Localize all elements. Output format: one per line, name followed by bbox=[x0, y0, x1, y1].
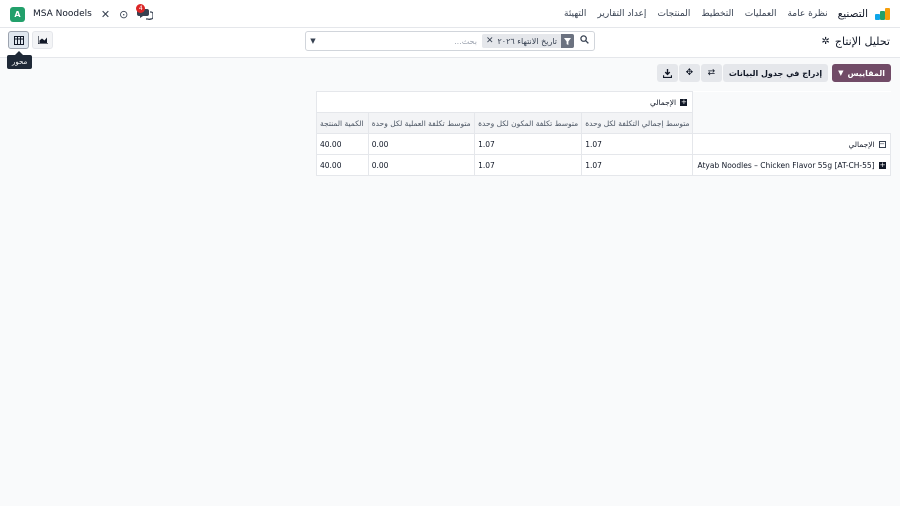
download-icon[interactable] bbox=[656, 64, 678, 82]
measures-label: المقاييس bbox=[847, 68, 885, 78]
graph-view-button[interactable] bbox=[32, 31, 53, 49]
table-cell[interactable]: 1.07 bbox=[581, 154, 694, 176]
activity-clock-icon[interactable]: ⊙ bbox=[119, 9, 128, 20]
filter-facet[interactable]: تاريخ الانتهاء ٢٠٢٦ ✕ bbox=[481, 34, 574, 48]
menu-configuration[interactable]: التهيئة bbox=[564, 9, 586, 19]
pivot-table: + الإجمالي متوسط إجمالي التكلفة لكل وحدة… bbox=[315, 91, 891, 176]
column-total-label: الإجمالي bbox=[649, 97, 677, 107]
measure-header[interactable]: متوسط تكلفة العملية لكل وحدة bbox=[367, 112, 476, 134]
remove-filter-icon[interactable]: ✕ bbox=[486, 36, 494, 46]
systray: A MSA Noodels ✕ ⊙ 4 bbox=[10, 0, 154, 28]
manufacturing-app-icon[interactable] bbox=[874, 8, 890, 20]
pivot-tooltip: محور bbox=[7, 51, 33, 69]
insert-in-spreadsheet-button[interactable]: إدراج في جدول البيانات bbox=[722, 64, 829, 82]
page-title: تحليل الإنتاج bbox=[834, 35, 890, 48]
table-cell[interactable]: 0.00 bbox=[367, 133, 476, 155]
row-header-product[interactable]: + Atyab Noodles – Chicken Flavor 55g [AT… bbox=[692, 154, 891, 176]
pivot-toolbar: المقاييس ▼ إدراج في جدول البيانات ⇄ ✥ bbox=[656, 64, 891, 82]
menu-products[interactable]: المنتجات bbox=[657, 9, 690, 19]
table-cell[interactable]: 0.00 bbox=[367, 154, 476, 176]
debug-tools-icon[interactable]: ✕ bbox=[101, 9, 110, 20]
table-cell[interactable]: 1.07 bbox=[474, 154, 583, 176]
table-cell[interactable]: 40.00 bbox=[316, 133, 369, 155]
expand-plus-icon: + bbox=[879, 161, 886, 169]
flip-axis-icon[interactable]: ⇄ bbox=[700, 64, 722, 82]
menu-operations[interactable]: العمليات bbox=[745, 9, 777, 19]
table-row: − الإجمالي 1.07 1.07 0.00 40.00 bbox=[316, 133, 891, 155]
pivot-icon bbox=[13, 35, 24, 45]
pivot-corner bbox=[692, 91, 891, 134]
table-cell[interactable]: 1.07 bbox=[474, 133, 583, 155]
breadcrumb: تحليل الإنتاج ✲ bbox=[821, 35, 890, 48]
graph-icon bbox=[37, 36, 48, 44]
measure-header[interactable]: متوسط إجمالي التكلفة لكل وحدة bbox=[581, 112, 694, 134]
menu-overview[interactable]: نظرة عامة bbox=[787, 9, 827, 19]
table-cell[interactable]: 40.00 bbox=[316, 154, 369, 176]
collapse-minus-icon: − bbox=[879, 140, 886, 148]
search-options-toggle-icon[interactable]: ▼ bbox=[306, 37, 320, 45]
gear-icon[interactable]: ✲ bbox=[821, 36, 829, 47]
pivot-view-button[interactable] bbox=[8, 31, 29, 49]
search-bar: تاريخ الانتهاء ٢٠٢٦ ✕ ▼ bbox=[305, 31, 595, 51]
menu-planning[interactable]: التخطيط bbox=[701, 9, 733, 19]
search-icon[interactable] bbox=[576, 35, 592, 47]
row-header-label: Atyab Noodles – Chicken Flavor 55g [AT-C… bbox=[697, 160, 875, 170]
measures-button[interactable]: المقاييس ▼ bbox=[832, 64, 891, 82]
messaging-icon[interactable]: 4 bbox=[136, 4, 154, 21]
view-switcher bbox=[8, 31, 56, 49]
caret-down-icon: ▼ bbox=[838, 69, 844, 77]
expand-all-icon[interactable]: ✥ bbox=[678, 64, 700, 82]
menu-reporting[interactable]: إعداد التقارير bbox=[597, 9, 646, 19]
table-cell[interactable]: 1.07 bbox=[581, 133, 694, 155]
column-header-total[interactable]: + الإجمالي bbox=[315, 91, 694, 113]
expand-plus-icon: + bbox=[680, 98, 688, 106]
measure-header[interactable]: الكمية المنتجة bbox=[316, 112, 369, 134]
control-panel: تحليل الإنتاج ✲ تاريخ الانتهاء ٢٠٢٦ ✕ ▼ bbox=[0, 28, 900, 58]
company-switcher[interactable]: MSA Noodels bbox=[33, 9, 92, 19]
filter-facet-label: تاريخ الانتهاء ٢٠٢٦ bbox=[497, 36, 557, 46]
main-menu: التصنيع نظرة عامة العمليات التخطيط المنت… bbox=[553, 0, 890, 28]
user-avatar[interactable]: A bbox=[10, 6, 25, 22]
search-input[interactable] bbox=[320, 34, 482, 48]
measure-header[interactable]: متوسط تكلفة المكون لكل وحدة bbox=[474, 112, 583, 134]
filter-icon bbox=[561, 34, 574, 48]
app-brand[interactable]: التصنيع bbox=[838, 8, 868, 20]
table-row: + Atyab Noodles – Chicken Flavor 55g [AT… bbox=[316, 154, 891, 176]
row-header-total[interactable]: − الإجمالي bbox=[692, 133, 891, 155]
row-header-label: الإجمالي bbox=[848, 139, 875, 149]
top-navbar: التصنيع نظرة عامة العمليات التخطيط المنت… bbox=[0, 0, 900, 28]
